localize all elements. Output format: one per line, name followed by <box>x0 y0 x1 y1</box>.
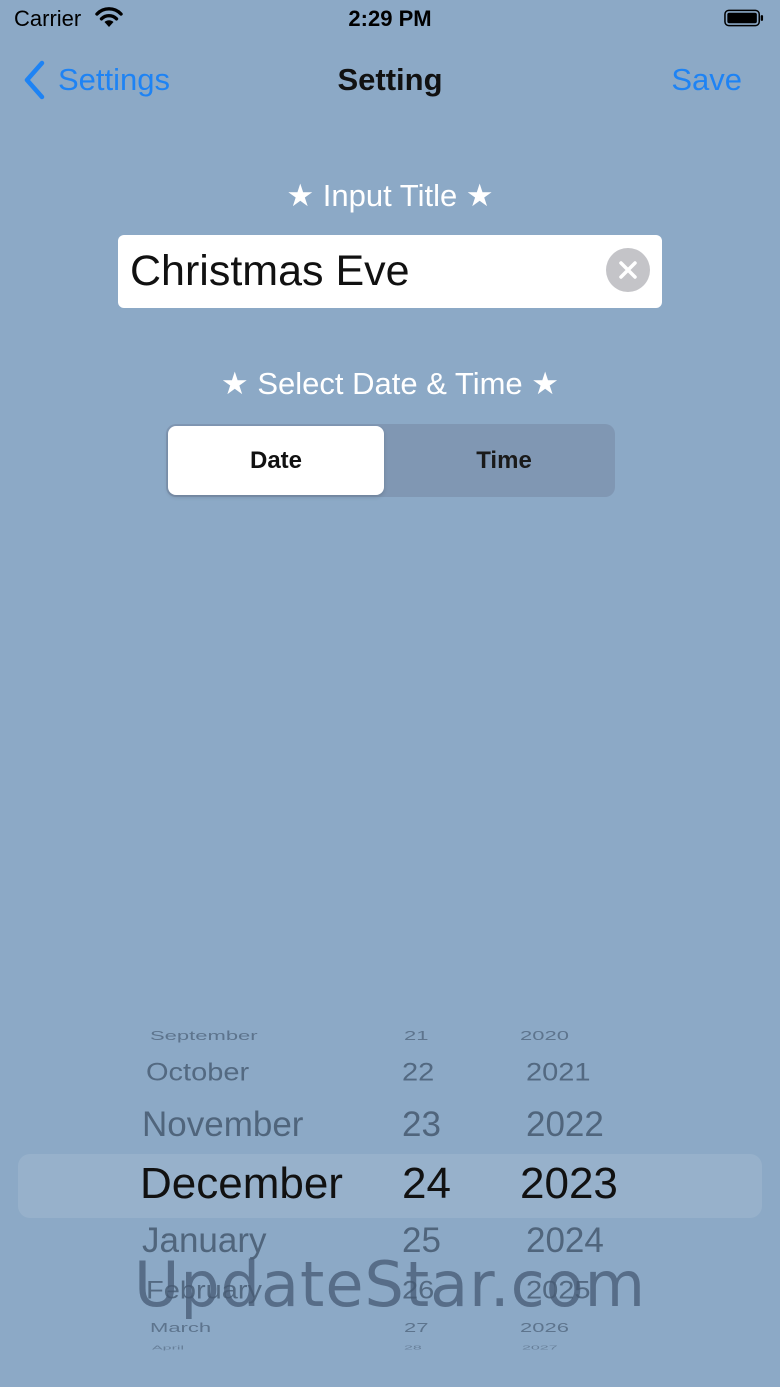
status-bar: Carrier 2:29 PM <box>0 0 780 40</box>
navigation-bar: Settings Setting Save <box>0 48 780 112</box>
day-option[interactable]: 22 <box>402 1059 434 1087</box>
segment-time[interactable]: Time <box>396 426 612 495</box>
day-option[interactable]: 27 <box>404 1320 428 1336</box>
save-button[interactable]: Save <box>671 62 742 98</box>
title-input[interactable] <box>130 243 600 299</box>
date-time-segmented-control: Date Time <box>166 424 615 497</box>
month-option[interactable]: September <box>150 1028 258 1044</box>
month-option[interactable]: November <box>142 1105 303 1145</box>
status-time: 2:29 PM <box>348 6 432 31</box>
battery-icon <box>724 9 764 27</box>
year-option[interactable]: 2026 <box>520 1320 569 1336</box>
segment-date[interactable]: Date <box>168 426 384 495</box>
year-option[interactable]: 2020 <box>520 1028 569 1044</box>
watermark: UpdateStar.com <box>133 1248 647 1321</box>
select-datetime-label: ★ Select Date & Time ★ <box>220 366 560 401</box>
day-option[interactable]: 28 <box>404 1345 422 1351</box>
year-option[interactable]: 2021 <box>526 1059 591 1087</box>
day-option[interactable]: 21 <box>404 1028 428 1044</box>
title-field <box>118 235 662 308</box>
month-option[interactable]: April <box>152 1345 184 1351</box>
year-option[interactable]: 2027 <box>522 1345 558 1351</box>
close-icon <box>619 261 637 279</box>
picker-selection-highlight <box>18 1154 762 1218</box>
month-option[interactable]: March <box>150 1320 211 1336</box>
day-option[interactable]: 23 <box>402 1105 441 1145</box>
day-option[interactable]: 24 <box>402 1159 451 1209</box>
year-option[interactable]: 2023 <box>520 1159 618 1209</box>
month-option[interactable]: October <box>146 1059 249 1087</box>
page-title: Setting <box>337 62 443 97</box>
year-option[interactable]: 2022 <box>526 1105 604 1145</box>
clear-text-button[interactable] <box>606 248 650 292</box>
month-option[interactable]: December <box>140 1159 343 1209</box>
input-title-label: ★ Input Title ★ <box>286 178 494 213</box>
